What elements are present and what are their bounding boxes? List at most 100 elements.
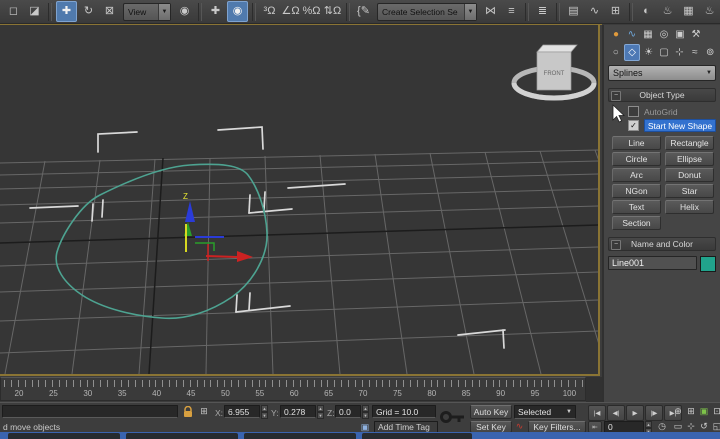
gizmo-x-arrow <box>237 251 253 262</box>
perspective-viewport[interactable]: Z FRONT <box>0 25 600 376</box>
arc-button[interactable]: Arc <box>612 168 661 182</box>
status-line <box>2 405 178 418</box>
window-crossing-selection-button[interactable]: ◪ <box>25 2 44 21</box>
autogrid-checkbox[interactable] <box>628 106 639 117</box>
y-coordinate-input[interactable]: 0.278 <box>280 405 316 418</box>
tab-display-button[interactable]: ▣ <box>673 27 688 42</box>
schematic-view-button[interactable]: ⊞ <box>606 2 625 21</box>
tab-modify-button[interactable]: ∿ <box>625 27 640 42</box>
x-spinner[interactable]: ▲▼ <box>261 405 268 418</box>
rectangle-button[interactable]: Rectangle <box>665 136 714 150</box>
status-bar: ⊞ X: 6.955 ▲▼ Y: 0.278 ▲▼ Z: 0.0 ▲▼ Grid… <box>0 402 720 432</box>
align-button[interactable]: ≡ <box>502 2 521 21</box>
go-to-start-button[interactable]: |◀ <box>588 405 606 421</box>
x-coordinate-input[interactable]: 6.955 <box>224 405 260 418</box>
name-and-color-rollout-header[interactable]: − Name and Color <box>608 237 716 251</box>
category-shapes-button[interactable]: ◇ <box>624 44 640 61</box>
select-and-manipulate-button[interactable]: ◉ <box>175 2 194 21</box>
selection-filter-dropdown[interactable]: Selected ▼ <box>514 405 576 419</box>
render-setup-button[interactable]: ♨ <box>658 2 677 21</box>
section-button[interactable]: Section <box>612 216 661 230</box>
category-geometry-icon: ○ <box>613 47 619 58</box>
line-button[interactable]: Line <box>612 136 661 150</box>
frame-label: 70 <box>359 389 368 398</box>
spinner-snap-toggle-button[interactable]: ⇅Ω <box>323 2 342 21</box>
reference-coordinate-system-dropdown[interactable]: View▼ <box>123 3 171 21</box>
zoom-all-button[interactable]: ⊞ <box>685 405 697 418</box>
category-space-warps-icon: ≈ <box>692 47 698 58</box>
tab-create-button[interactable]: ● <box>609 27 624 42</box>
select-and-scale-button[interactable]: ⊠ <box>100 2 119 21</box>
category-geometry-button[interactable]: ○ <box>609 45 623 60</box>
start-new-shape-checkbox[interactable]: ✓ <box>628 120 639 131</box>
named-selection-sets-dropdown[interactable]: Create Selection Se▼ <box>377 3 477 21</box>
shape-category-dropdown[interactable]: Splines ▼ <box>608 65 716 81</box>
rectangular-selection-region-button[interactable]: ◻ <box>4 2 23 21</box>
schematic-view-icon: ⊞ <box>611 6 620 17</box>
render-production-button[interactable]: ♨ <box>700 2 719 21</box>
dropdown-arrow-icon: ▼ <box>703 70 715 76</box>
graphite-modeling-tools-button[interactable]: ▤ <box>564 2 583 21</box>
material-editor-button[interactable]: ◐ <box>637 2 656 21</box>
start-new-shape-button[interactable]: Start New Shape <box>644 119 716 132</box>
previous-frame-button[interactable]: ◀| <box>607 405 625 421</box>
track-bar[interactable]: 20253035404550556065707580859095100 <box>0 377 586 401</box>
snaps-toggle-3d-button[interactable]: ³Ω <box>260 2 279 21</box>
curve-editor-button[interactable]: ∿ <box>585 2 604 21</box>
category-helpers-button[interactable]: ⊹ <box>672 45 686 60</box>
taskbar-button[interactable] <box>126 433 238 439</box>
taskbar-button[interactable] <box>8 433 120 439</box>
category-space-warps-button[interactable]: ≈ <box>688 45 702 60</box>
category-lights-button[interactable]: ☀ <box>641 45 655 60</box>
tab-motion-button[interactable]: ◎ <box>657 27 672 42</box>
auto-key-button[interactable]: Auto Key <box>470 405 512 419</box>
frame-label: 60 <box>290 389 299 398</box>
absolute-offset-mode-icon[interactable]: ⊞ <box>197 405 211 418</box>
next-frame-button[interactable]: |▶ <box>645 405 663 421</box>
z-coordinate-input[interactable]: 0.0 <box>335 405 361 418</box>
select-and-move-button[interactable]: ✚ <box>56 1 77 22</box>
selection-lock-icon[interactable] <box>182 406 194 418</box>
layer-manager-button[interactable]: ≣ <box>533 2 552 21</box>
edit-named-selection-sets-button[interactable]: {✎ <box>354 2 373 21</box>
donut-button[interactable]: Donut <box>665 168 714 182</box>
tab-hierarchy-button[interactable]: ▦ <box>641 27 656 42</box>
category-systems-button[interactable]: ⊚ <box>703 45 717 60</box>
frame-label: 25 <box>49 389 58 398</box>
taskbar-button[interactable] <box>244 433 356 439</box>
ngon-button[interactable]: NGon <box>612 184 661 198</box>
taskbar-button[interactable] <box>362 433 472 439</box>
angle-snap-toggle-button[interactable]: ∠Ω <box>281 2 300 21</box>
curve-editor-icon: ∿ <box>590 6 599 17</box>
use-pivot-point-center-button[interactable]: ◉ <box>227 1 248 22</box>
mirror-button[interactable]: ⋈ <box>481 2 500 21</box>
circle-button[interactable]: Circle <box>612 152 661 166</box>
tab-utilities-button[interactable]: ⚒ <box>689 27 704 42</box>
helix-button[interactable]: Helix <box>665 200 714 214</box>
y-spinner[interactable]: ▲▼ <box>317 405 324 418</box>
play-animation-button[interactable]: ▶ <box>626 405 644 421</box>
rendered-frame-window-button[interactable]: ▦ <box>679 2 698 21</box>
zoom-button[interactable]: ⊕ <box>672 405 684 418</box>
text-button[interactable]: Text <box>612 200 661 214</box>
track-bar-gap <box>586 377 602 402</box>
select-and-place-button[interactable]: ✚ <box>206 2 225 21</box>
ellipse-button[interactable]: Ellipse <box>665 152 714 166</box>
tab-modify-icon: ∿ <box>628 29 636 40</box>
z-spinner[interactable]: ▲▼ <box>362 405 369 418</box>
zoom-extents-all-button[interactable]: ⊡ <box>711 405 720 418</box>
viewcube: FRONT <box>514 45 594 98</box>
object-type-rollout-header[interactable]: − Object Type <box>608 88 716 102</box>
toolbar-separator <box>252 3 256 21</box>
object-name-input[interactable]: Line001 <box>608 256 697 270</box>
category-cameras-button[interactable]: ▢ <box>657 45 671 60</box>
zoom-extents-icon: ▣ <box>700 406 709 417</box>
rectangular-selection-region-icon: ◻ <box>9 6 18 17</box>
zoom-extents-button[interactable]: ▣ <box>698 405 710 418</box>
star-button[interactable]: Star <box>665 184 714 198</box>
set-keys-icon[interactable] <box>440 407 466 427</box>
select-and-rotate-button[interactable]: ↻ <box>79 2 98 21</box>
percent-snap-toggle-button[interactable]: %Ω <box>302 2 321 21</box>
select-and-manipulate-icon: ◉ <box>180 6 190 17</box>
object-color-swatch[interactable] <box>700 256 716 272</box>
